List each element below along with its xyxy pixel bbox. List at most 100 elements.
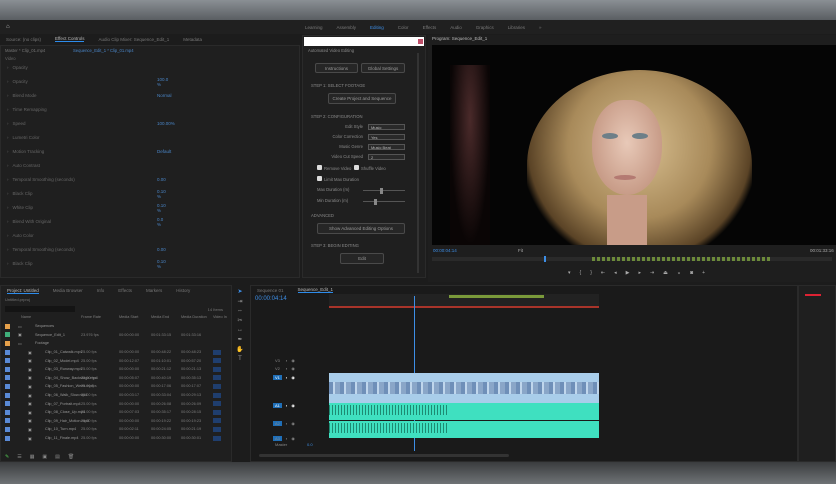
expand-icon[interactable]: › (7, 93, 9, 98)
effect-value[interactable]: Normal (157, 93, 172, 98)
label-color-swatch[interactable] (5, 435, 10, 441)
effect-row[interactable]: › Temporal Smoothing (seconds) 0.00 (7, 176, 166, 183)
project-item[interactable]: ▣ Clip_11_Finale.mp4 25.00 fps 00:00:00:00 0… (5, 434, 231, 443)
label-color-swatch[interactable] (5, 392, 10, 398)
lock-icon[interactable]: ▪ (286, 375, 287, 380)
list-view-icon[interactable]: ☰ (17, 454, 21, 460)
track-header[interactable]: A2 ▪ ◉ (273, 421, 295, 426)
slip-tool-icon[interactable]: ↔ (237, 327, 243, 333)
close-icon[interactable] (418, 39, 423, 44)
eye-icon[interactable]: ◉ (291, 366, 295, 371)
eye-icon[interactable]: ◉ (291, 358, 295, 363)
edit-style-select[interactable]: Music (368, 124, 405, 130)
label-color-swatch[interactable] (5, 375, 10, 381)
new-item-icon[interactable]: ▤ (55, 454, 60, 460)
export-frame-icon[interactable]: ◙ (690, 270, 693, 276)
tab-sequence-edit-1[interactable]: Sequence_Edit_1 (297, 287, 334, 293)
expand-icon[interactable]: › (7, 107, 9, 112)
project-tab[interactable]: Effects (118, 288, 132, 293)
lock-icon[interactable]: ▪ (286, 421, 287, 426)
track-header[interactable]: A3 ▪ ◉ (273, 436, 295, 441)
master-clip-label[interactable]: Master * Clip_01.mp4 (5, 48, 45, 53)
work-area-bar[interactable] (449, 295, 544, 298)
effect-row[interactable]: › Opacity 100.0 % (7, 77, 168, 87)
audio-clip-a1[interactable] (329, 403, 599, 420)
color-correction-select[interactable]: Yes (368, 134, 405, 140)
track-header[interactable]: V3 ▪ ◉ (273, 358, 295, 363)
global-settings-button[interactable]: Global Settings (361, 63, 405, 73)
expand-icon[interactable]: › (7, 233, 9, 238)
zoom-select[interactable]: Fit (518, 248, 523, 253)
effect-row[interactable]: › White Clip 0.10 % (7, 203, 166, 213)
track-header[interactable]: A1 ▪ ◉ (273, 403, 295, 408)
project-tab[interactable]: Project: Untitled (7, 288, 39, 294)
effect-row[interactable]: › Black Clip 0.10 % (7, 189, 166, 199)
lock-icon[interactable]: ▪ (286, 436, 287, 441)
effect-row[interactable]: › Auto Color (7, 232, 34, 239)
edit-button[interactable]: Edit (340, 253, 384, 264)
track-header[interactable]: V2 ▪ ◉ (273, 366, 295, 371)
project-item[interactable]: ▣ Clip_08_Close_Up.mp4 25.00 fps 00:00:07:0… (5, 408, 231, 417)
effect-value[interactable]: 0.00 (157, 177, 166, 182)
project-item[interactable]: ▣ Clip_05_Fashion_Week.mp4 25.00 fps 00:00:… (5, 382, 231, 391)
pencil-icon[interactable]: ✎ (5, 454, 9, 460)
min-duration-slider[interactable] (363, 198, 405, 205)
step-forward-icon[interactable]: ▸ (638, 270, 641, 276)
step-back-icon[interactable]: ◂ (614, 270, 617, 276)
effect-value[interactable]: 100.00% (157, 121, 175, 126)
effect-row[interactable]: › Speed 100.00% (7, 120, 175, 127)
icon-view-icon[interactable]: ▦ (30, 454, 35, 460)
play-icon[interactable]: ▶ (626, 270, 630, 276)
track-label[interactable]: V2 (273, 366, 282, 371)
label-color-swatch[interactable] (5, 409, 10, 415)
effect-row[interactable]: › Temporal Smoothing (seconds) 0.00 (7, 246, 166, 253)
track-header[interactable]: V1 ▪ ◉ (273, 375, 295, 380)
eye-icon[interactable]: ◉ (291, 421, 295, 426)
workspace-assembly[interactable]: Assembly (337, 25, 357, 30)
expand-icon[interactable]: › (7, 219, 9, 224)
project-item[interactable]: ▭ Footage (5, 339, 231, 348)
project-tab[interactable]: Markers (146, 288, 162, 293)
tab-audio-clip-mixer[interactable]: Audio Clip Mixer: Sequence_Edit_1 (98, 37, 169, 42)
effect-value[interactable]: 100.0 % (157, 77, 168, 87)
eye-icon[interactable]: ◉ (291, 375, 295, 380)
selection-tool-icon[interactable]: ➤ (237, 288, 242, 295)
label-color-swatch[interactable] (5, 366, 10, 372)
lock-icon[interactable]: ▪ (286, 403, 287, 408)
type-tool-icon[interactable]: T (238, 356, 242, 362)
project-search-input[interactable] (5, 306, 75, 312)
project-tab[interactable]: Info (97, 288, 105, 293)
effect-row[interactable]: › Blend With Original 0.0 % (7, 217, 163, 227)
program-title[interactable]: Program: Sequence_Edit_1 (432, 36, 487, 41)
slider-handle[interactable] (373, 198, 377, 205)
limit-duration-checkbox[interactable] (317, 176, 322, 181)
sequence-clip-label[interactable]: Sequence_Edit_1 * Clip_01.mp4 (73, 48, 134, 53)
effect-row[interactable]: › Opacity (7, 64, 28, 71)
go-to-out-icon[interactable]: ⇥ (650, 270, 654, 276)
workspace-audio[interactable]: Audio (450, 25, 462, 30)
slider-handle[interactable] (379, 187, 383, 194)
video-clips[interactable] (329, 373, 599, 403)
pen-tool-icon[interactable]: ✒ (237, 336, 242, 343)
music-genre-select[interactable]: Music Beat (368, 144, 405, 150)
effect-row[interactable]: › Auto Contrast (7, 162, 40, 169)
track-label[interactable]: V3 (273, 358, 282, 363)
expand-icon[interactable]: › (7, 79, 9, 84)
more-icon[interactable]: » (539, 25, 542, 30)
program-timecode[interactable]: 00:00:04:14 (433, 248, 457, 253)
workspace-editing[interactable]: Editing (370, 25, 384, 30)
expand-icon[interactable]: › (7, 177, 9, 182)
label-color-swatch[interactable] (5, 383, 10, 389)
column-header[interactable]: Frame Rate (81, 315, 101, 319)
label-color-swatch[interactable] (5, 349, 10, 355)
effect-value[interactable]: Default (157, 149, 171, 154)
workspace-graphics[interactable]: Graphics (476, 25, 494, 30)
expand-icon[interactable]: › (7, 205, 9, 210)
project-tab[interactable]: History (176, 288, 190, 293)
column-header[interactable]: Media Duration (181, 315, 207, 319)
extract-icon[interactable]: ⌅ (677, 270, 681, 276)
column-header[interactable]: Name (21, 315, 31, 319)
cut-speed-select[interactable]: 2 (368, 154, 405, 160)
project-item[interactable]: ▣ Clip_04_Show_Backstage.mp4 25.00 fps 00:0… (5, 374, 231, 383)
panel-search-input[interactable] (304, 37, 424, 46)
